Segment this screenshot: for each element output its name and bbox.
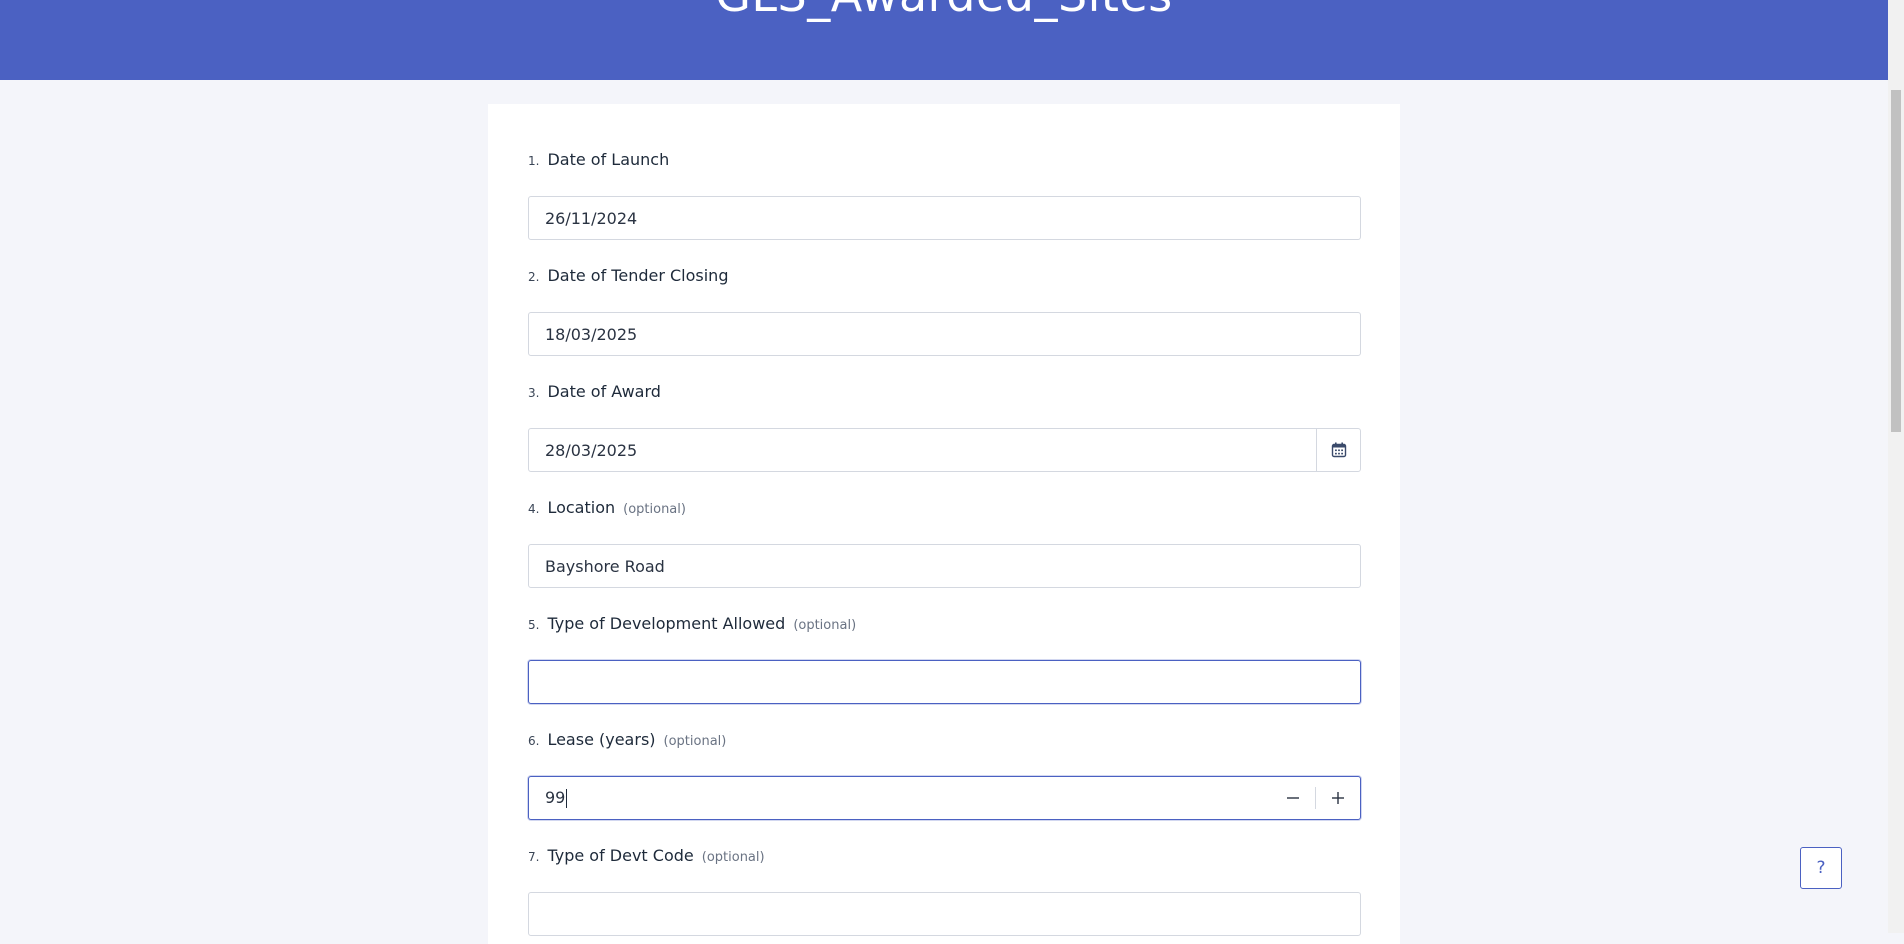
question-date-of-launch: 1. Date of Launch 26/11/2024: [528, 150, 1361, 240]
type-of-devt-code-input[interactable]: [528, 892, 1361, 936]
optional-tag: (optional): [701, 850, 765, 865]
increment-button[interactable]: [1316, 777, 1360, 819]
question-label: 5. Type of Development Allowed (optional…: [528, 614, 1361, 638]
help-button[interactable]: ?: [1800, 847, 1842, 889]
question-type-of-devt-code: 7. Type of Devt Code (optional): [528, 846, 1361, 936]
optional-tag: (optional): [793, 618, 857, 633]
scrollbar-thumb[interactable]: [1891, 90, 1901, 432]
question-date-of-award: 3. Date of Award 28/03/2025: [528, 382, 1361, 472]
input-value: Bayshore Road: [545, 556, 665, 576]
input-value: 18/03/2025: [545, 324, 638, 344]
input-value: 26/11/2024: [545, 208, 638, 228]
optional-tag: (optional): [663, 734, 727, 749]
page-scrollbar[interactable]: [1888, 0, 1904, 933]
question-title: Date of Tender Closing: [547, 266, 729, 285]
lease-years-stepper[interactable]: 99: [528, 776, 1361, 820]
question-number: 2.: [528, 270, 540, 284]
question-date-of-tender-closing: 2. Date of Tender Closing 18/03/2025: [528, 266, 1361, 356]
question-location: 4. Location (optional) Bayshore Road: [528, 498, 1361, 588]
date-of-tender-closing-input[interactable]: 18/03/2025: [528, 312, 1361, 356]
question-number: 7.: [528, 850, 540, 864]
optional-tag: (optional): [623, 502, 686, 517]
form-card: 1. Date of Launch 26/11/2024 2. Date of …: [488, 104, 1400, 944]
question-number: 1.: [528, 154, 540, 168]
text-caret: [566, 789, 568, 808]
calendar-icon: [1331, 442, 1346, 458]
date-of-launch-input[interactable]: 26/11/2024: [528, 196, 1361, 240]
question-label: 6. Lease (years) (optional): [528, 730, 1361, 754]
question-title: Lease (years): [547, 730, 656, 749]
date-of-award-input[interactable]: 28/03/2025: [528, 428, 1361, 472]
question-label: 3. Date of Award: [528, 382, 1361, 406]
location-input[interactable]: Bayshore Road: [528, 544, 1361, 588]
question-title: Type of Devt Code: [547, 846, 694, 865]
question-number: 4.: [528, 502, 540, 516]
question-title: Date of Award: [547, 382, 661, 401]
input-value: 99: [545, 788, 566, 807]
question-number: 3.: [528, 386, 540, 400]
question-title: Type of Development Allowed: [547, 614, 786, 633]
question-type-of-development-allowed: 5. Type of Development Allowed (optional…: [528, 614, 1361, 704]
question-title: Location: [547, 498, 616, 517]
question-number: 5.: [528, 618, 540, 632]
page-title: GLS_Awarded_Sites: [0, 0, 1888, 22]
input-value: 28/03/2025: [545, 440, 638, 460]
question-label: 2. Date of Tender Closing: [528, 266, 1361, 290]
question-number: 6.: [528, 734, 540, 748]
question-label: 7. Type of Devt Code (optional): [528, 846, 1361, 870]
calendar-button[interactable]: [1316, 429, 1360, 471]
question-label: 1. Date of Launch: [528, 150, 1361, 174]
question-title: Date of Launch: [547, 150, 670, 169]
minus-icon: [1287, 797, 1299, 799]
question-label: 4. Location (optional): [528, 498, 1361, 522]
type-of-development-allowed-input[interactable]: [528, 660, 1361, 704]
plus-icon: [1332, 792, 1344, 804]
page-header: GLS_Awarded_Sites: [0, 0, 1888, 80]
input-value-wrapper: 99: [529, 788, 1271, 808]
question-lease-years: 6. Lease (years) (optional) 99: [528, 730, 1361, 820]
decrement-button[interactable]: [1271, 777, 1315, 819]
